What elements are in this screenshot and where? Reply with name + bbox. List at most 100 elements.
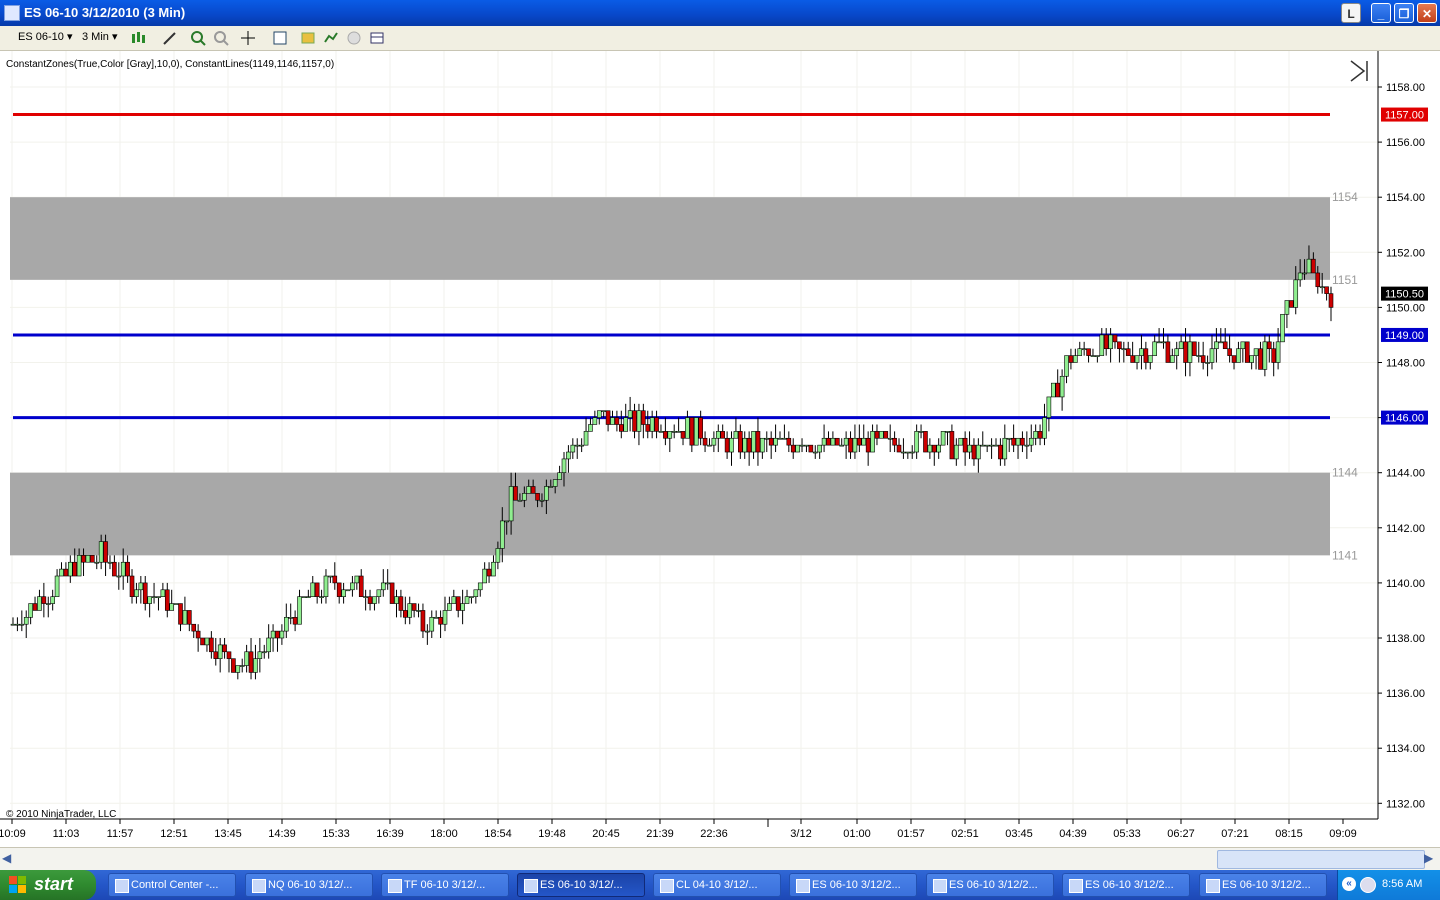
horizontal-scrollbar[interactable]: ◀ ▶: [0, 847, 1440, 870]
candle-body: [292, 617, 298, 625]
scrollbar-thumb[interactable]: [1217, 850, 1425, 869]
candle-body: [989, 444, 994, 447]
candle-body: [332, 575, 338, 584]
taskbar-button-label: ES 06-10 3/12/2...: [1085, 879, 1174, 891]
taskbar-button[interactable]: NQ 06-10 3/12/...: [245, 873, 373, 897]
candle-body: [182, 610, 188, 625]
chart-style-icon[interactable]: [130, 30, 146, 46]
candle-body: [486, 568, 492, 577]
candle-body: [967, 444, 972, 453]
candle-body: [138, 582, 144, 591]
candle-body: [535, 493, 540, 501]
taskbar-button[interactable]: ES 06-10 3/12/2...: [926, 873, 1054, 897]
candle-body: [896, 444, 902, 453]
candle-body: [786, 437, 792, 446]
candle-body: [1214, 341, 1219, 350]
start-button[interactable]: start: [0, 870, 96, 900]
link-button[interactable]: L: [1341, 3, 1361, 23]
restore-button[interactable]: ❐: [1394, 3, 1414, 23]
candle-body: [1271, 348, 1276, 363]
drawing-tools-icon[interactable]: [162, 30, 178, 46]
candle-body: [901, 451, 906, 454]
interval-selector[interactable]: 3 Min ▾: [82, 30, 118, 46]
candle-body: [1253, 348, 1259, 356]
candle-body: [645, 424, 651, 432]
candle-body: [275, 630, 280, 639]
candle-body: [235, 665, 241, 673]
time-tick-label: 08:15: [1275, 828, 1303, 840]
candle-body: [473, 589, 479, 597]
time-tick-label: 16:39: [376, 828, 404, 840]
chart-panel[interactable]: 1158.00 1156.00 1154.00 1152.00 1150.00 1148.…: [0, 51, 1440, 847]
indicator-label: ConstantZones(True,Color [Gray],10,0), C…: [6, 59, 334, 70]
strategies-icon[interactable]: [300, 30, 316, 46]
data-box-icon[interactable]: [272, 30, 288, 46]
candle-body: [870, 431, 875, 453]
crosshair-icon[interactable]: [240, 30, 256, 46]
time-tick-label: 04:39: [1059, 828, 1087, 840]
red-line-marker-label: 1157.00: [1385, 110, 1424, 122]
instrument-selector[interactable]: ES 06-10 ▾: [18, 30, 72, 46]
candle-body: [438, 617, 443, 625]
price-chart[interactable]: 1158.00 1156.00 1154.00 1152.00 1150.00 1148.…: [0, 51, 1440, 847]
candle-body: [1050, 382, 1056, 398]
taskbar-button[interactable]: Control Center -...: [108, 873, 236, 897]
time-tick-label: 18:54: [484, 828, 512, 840]
candle-body: [363, 596, 368, 598]
scroll-left-arrow-icon[interactable]: ◀: [2, 851, 16, 867]
tray-expand-icon[interactable]: «: [1342, 877, 1356, 891]
candle-body: [191, 623, 197, 632]
taskbar-button[interactable]: ES 06-10 3/12/2...: [1199, 873, 1327, 897]
candle-body: [209, 637, 214, 653]
taskbar-button-label: CL 04-10 3/12/...: [676, 879, 758, 891]
network-icon[interactable]: [1360, 877, 1376, 893]
candle-body: [433, 617, 439, 619]
candle-body: [1315, 272, 1321, 288]
candle-body: [499, 520, 505, 549]
candle-body: [782, 437, 787, 440]
minimize-button[interactable]: _: [1371, 3, 1391, 23]
candle-body: [861, 437, 867, 446]
candle-body: [147, 596, 152, 604]
price-tick-label: 1140.00: [1386, 578, 1425, 590]
taskbar-button[interactable]: ES 06-10 3/12/2...: [1062, 873, 1190, 897]
skip-to-end-icon[interactable]: [1350, 60, 1368, 82]
zoom-out-icon[interactable]: [213, 30, 229, 46]
candle-body: [1222, 341, 1228, 350]
candle-body: [508, 486, 514, 522]
indicators-icon[interactable]: [323, 30, 339, 46]
taskbar-button[interactable]: TF 06-10 3/12/...: [381, 873, 509, 897]
time-tick-label: 10:09: [0, 828, 26, 840]
candle-body: [835, 437, 840, 446]
candle-body: [998, 444, 1003, 460]
candle-body: [1178, 341, 1184, 350]
candle-body: [358, 575, 364, 597]
time-tick-label: 14:39: [268, 828, 296, 840]
taskbar-button[interactable]: ES 06-10 3/12/2...: [789, 873, 917, 897]
candle-body: [336, 582, 342, 597]
window-icon: [388, 879, 402, 893]
data-table-icon[interactable]: [369, 30, 385, 46]
properties-icon[interactable]: [346, 30, 362, 46]
scroll-right-arrow-icon[interactable]: ▶: [1424, 851, 1438, 867]
candle-body: [1095, 355, 1100, 357]
candle-body: [1059, 375, 1065, 398]
candle-body: [142, 582, 148, 604]
candle-body: [1249, 355, 1254, 363]
window-icon: [252, 879, 266, 893]
taskbar-button[interactable]: ES 06-10 3/12/...: [517, 873, 645, 897]
candle-body: [1099, 334, 1105, 356]
candle-body: [385, 582, 390, 585]
price-tick-label: 1132.00: [1386, 798, 1425, 810]
candle-body: [1258, 348, 1263, 370]
candle-body: [1108, 334, 1113, 350]
zoom-in-icon[interactable]: [190, 30, 206, 46]
close-button[interactable]: ✕: [1417, 3, 1437, 23]
candle-body: [314, 582, 320, 597]
taskbar-button[interactable]: CL 04-10 3/12/...: [653, 873, 781, 897]
candle-body: [1156, 341, 1162, 344]
zone-label: 1154: [1332, 190, 1358, 204]
time-tick-label: 11:03: [53, 828, 80, 840]
candle-body: [41, 596, 47, 604]
time-tick-label: 11:57: [107, 828, 134, 840]
